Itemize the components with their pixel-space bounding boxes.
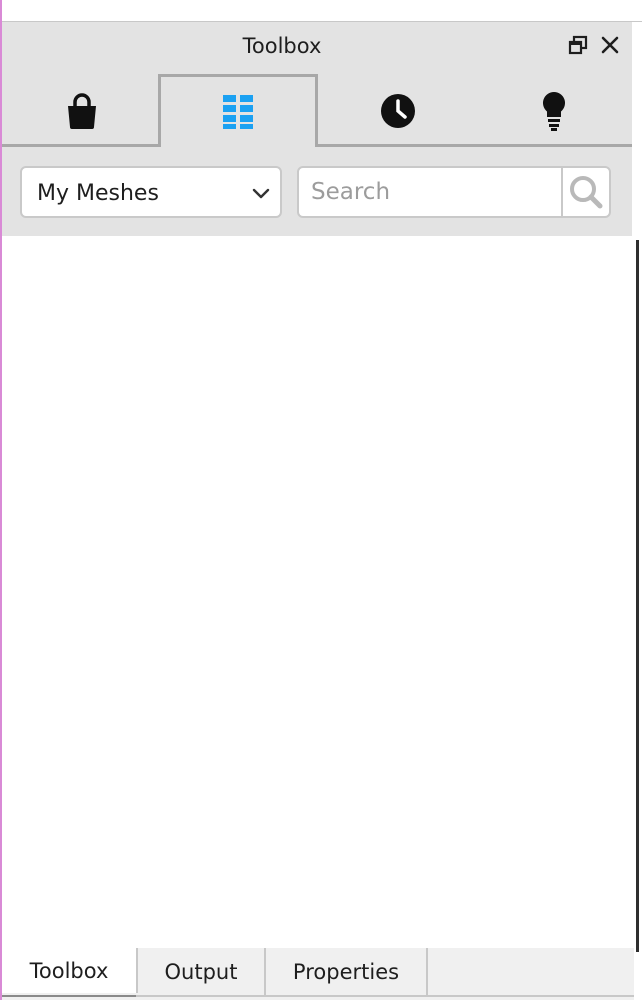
close-button[interactable] — [599, 34, 621, 56]
search-button[interactable] — [563, 168, 609, 216]
tab-marketplace[interactable] — [2, 74, 162, 147]
toolbox-panel: Toolbox My Meshes Search — [2, 22, 632, 948]
toolbox-window: Toolbox My Meshes Search Toolbox Output … — [0, 0, 642, 1000]
top-strip — [2, 0, 642, 22]
search-box — [297, 166, 611, 218]
category-tab-bar — [2, 70, 632, 148]
category-dropdown-value: My Meshes — [37, 181, 159, 206]
panel-title: Toolbox — [242, 34, 322, 58]
asset-results-area — [2, 236, 632, 948]
tab-ideas[interactable] — [474, 74, 634, 147]
close-icon — [601, 36, 619, 54]
grid-icon — [223, 95, 253, 129]
tab-inventory[interactable] — [158, 74, 318, 147]
tab-recent[interactable] — [318, 74, 478, 147]
right-scroll-edge — [636, 240, 639, 952]
lightbulb-icon — [542, 91, 566, 131]
restore-window-icon — [568, 35, 588, 55]
restore-button[interactable] — [567, 34, 589, 56]
tab-toolbox[interactable]: Toolbox — [2, 948, 138, 997]
category-dropdown[interactable]: My Meshes — [20, 166, 282, 218]
search-input[interactable] — [299, 168, 561, 216]
search-icon — [570, 176, 603, 209]
tab-properties[interactable]: Properties — [266, 948, 428, 995]
filter-bar: My Meshes — [2, 148, 632, 236]
tab-output-label: Output — [164, 959, 238, 984]
title-bar: Toolbox — [2, 22, 632, 70]
shopping-bag-icon — [68, 92, 96, 129]
bottom-tab-bar: Toolbox Output Properties — [2, 948, 634, 1000]
tab-toolbox-label: Toolbox — [29, 958, 109, 983]
chevron-down-icon — [252, 188, 270, 199]
tab-output[interactable]: Output — [138, 948, 266, 995]
clock-icon — [381, 93, 415, 128]
tab-properties-label: Properties — [292, 959, 400, 984]
